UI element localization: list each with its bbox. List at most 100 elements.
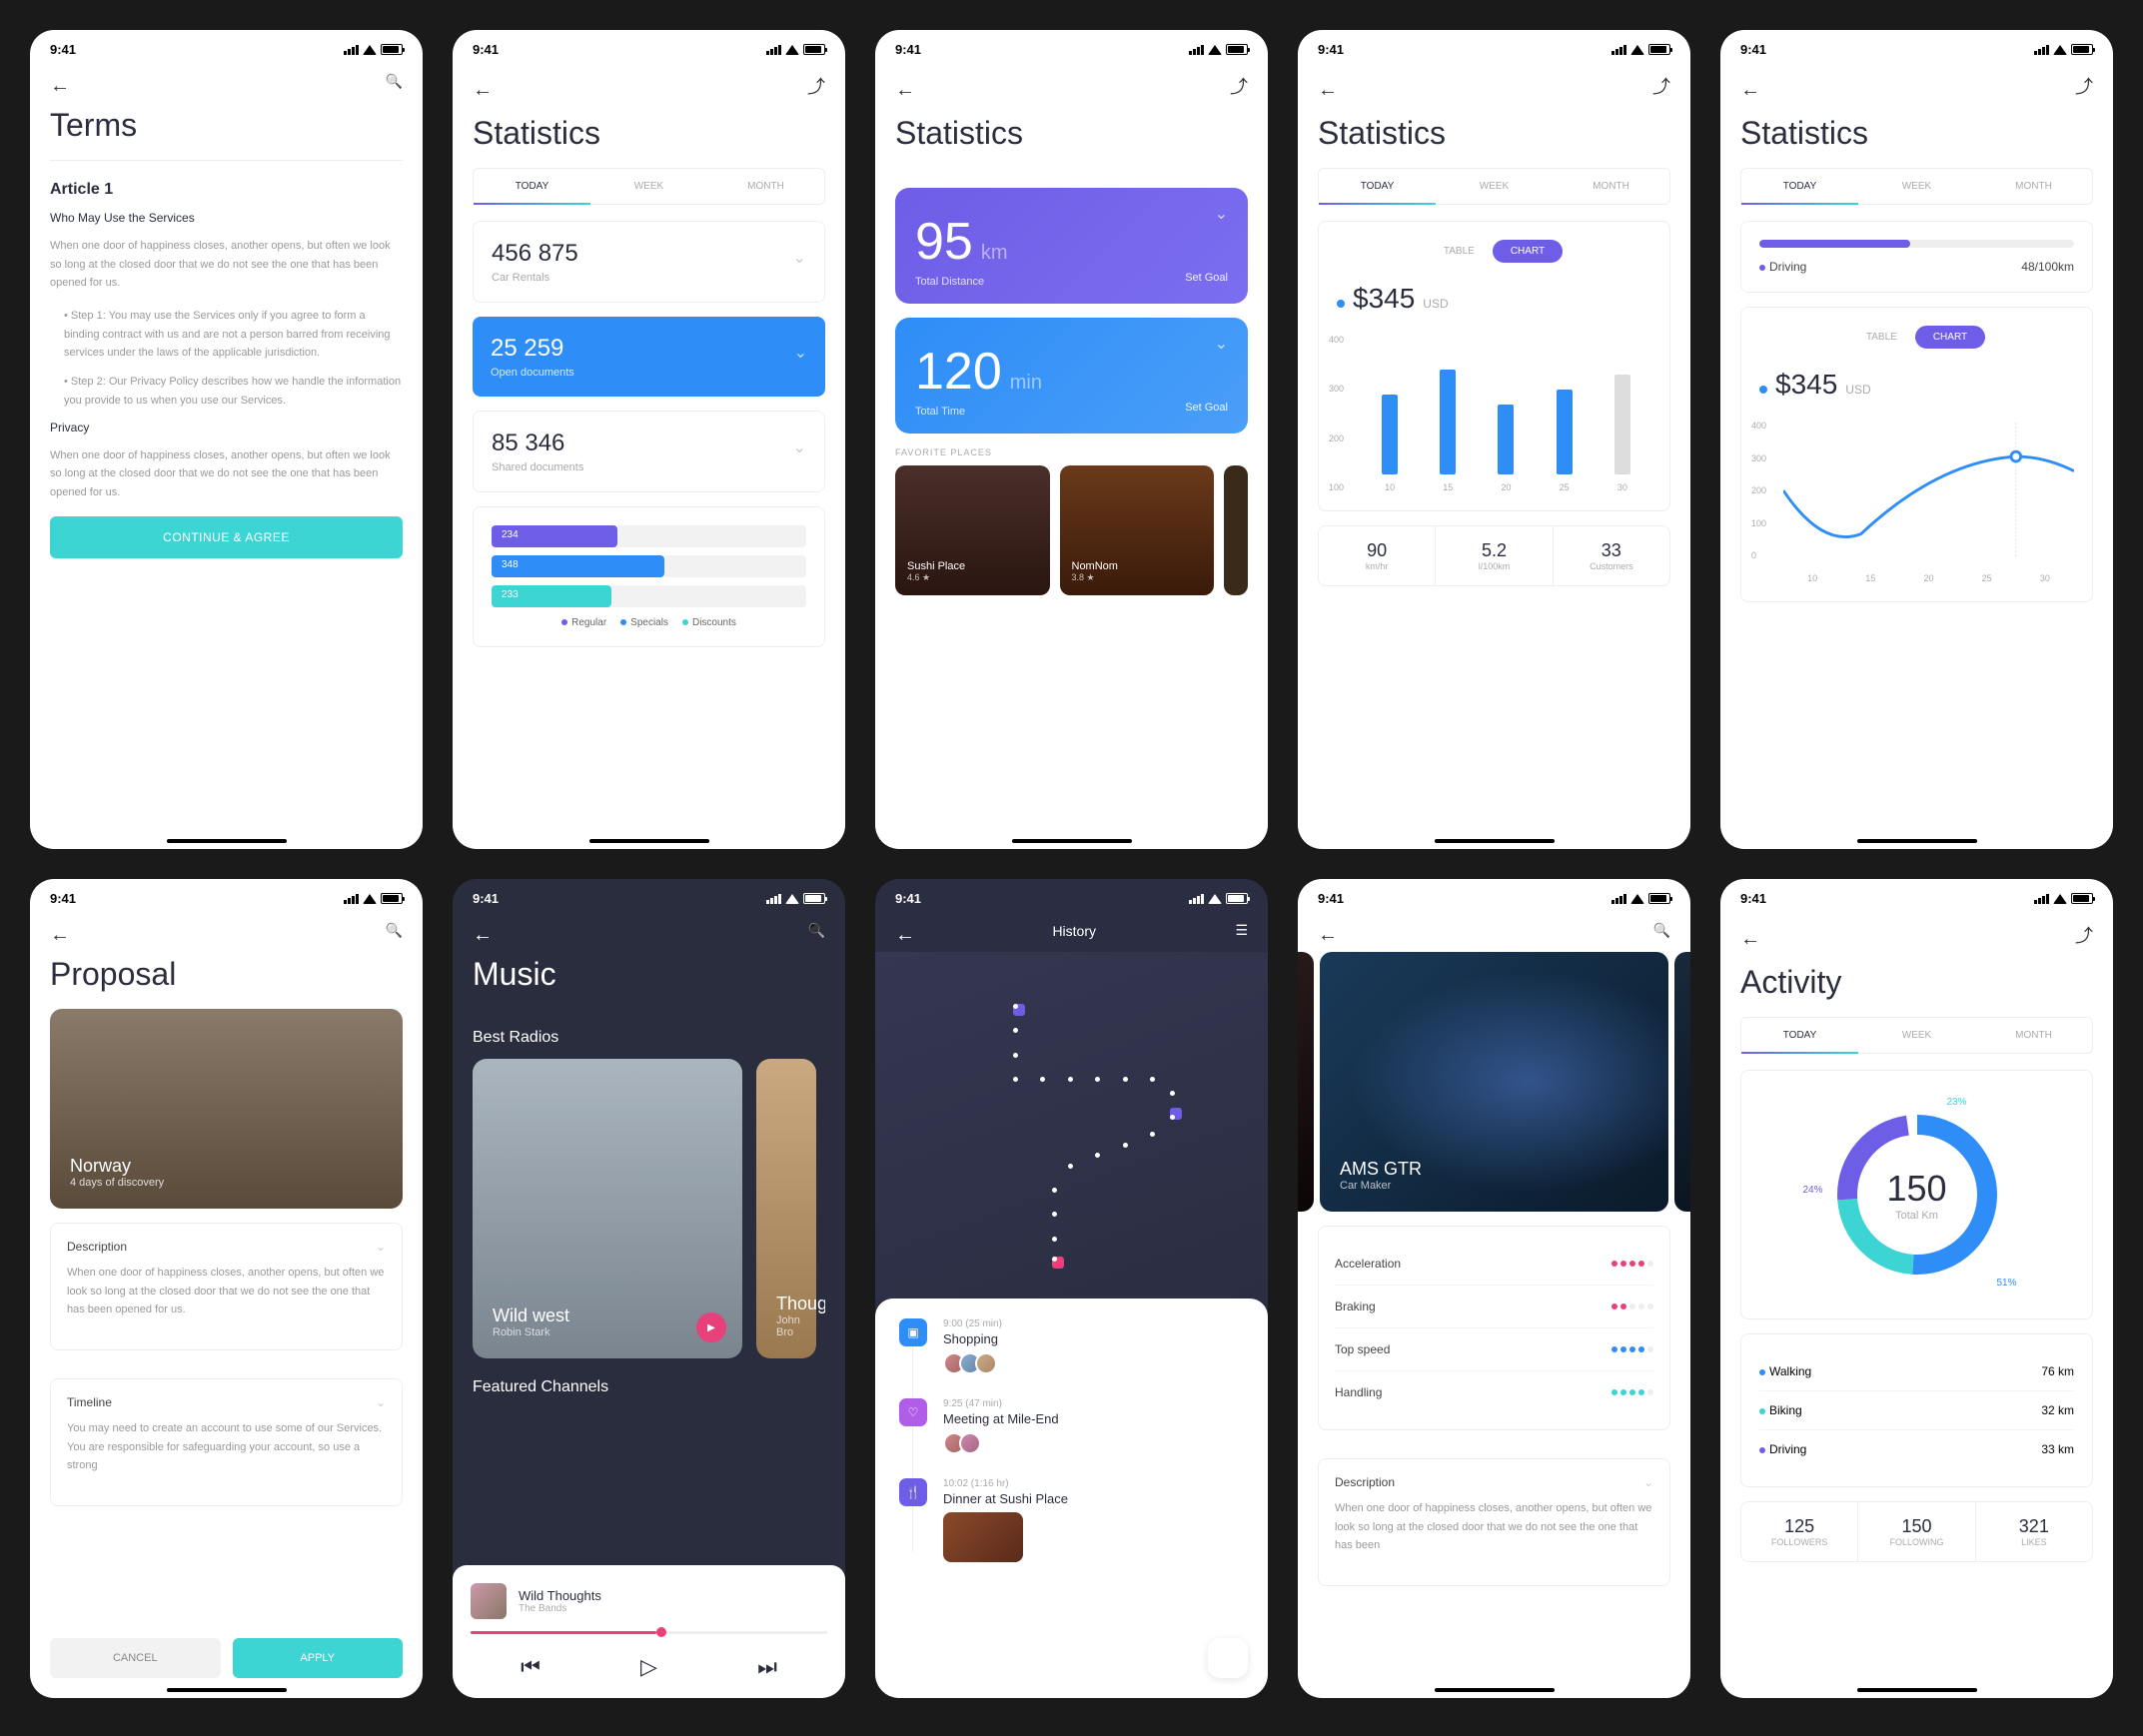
search-icon[interactable] <box>386 73 403 91</box>
chevron-down-icon[interactable]: ⌄ <box>376 1240 386 1254</box>
tab-month[interactable]: MONTH <box>1975 1018 2092 1053</box>
best-radios-heading: Best Radios <box>473 1029 825 1047</box>
back-icon[interactable] <box>50 75 68 89</box>
seek-bar[interactable] <box>471 1631 827 1634</box>
back-icon[interactable] <box>895 79 913 93</box>
share-icon[interactable] <box>1230 73 1248 99</box>
share-icon[interactable] <box>2075 922 2093 948</box>
cancel-button[interactable]: CANCEL <box>50 1638 221 1678</box>
map[interactable]: /*route dots rendered below by JS*/ <box>875 952 1268 1299</box>
social-metrics: 125FOLLOWERS 150FOLLOWING 321LIKES <box>1740 1501 2093 1562</box>
rating-topspeed: Top speed <box>1335 1328 1653 1371</box>
tab-today[interactable]: TODAY <box>474 169 590 204</box>
radio-card[interactable]: Wild west Robin Stark ▶ <box>473 1059 742 1358</box>
stat-card-open-docs[interactable]: ⌄ 25 259 Open documents <box>473 317 825 397</box>
place-card[interactable]: NomNom3.8 ★ <box>1060 465 1215 595</box>
back-icon[interactable] <box>895 924 913 938</box>
home-indicator[interactable] <box>1435 1688 1555 1692</box>
back-icon[interactable] <box>1740 79 1758 93</box>
play-icon[interactable]: ▷ <box>640 1654 657 1680</box>
share-icon[interactable] <box>809 1588 827 1614</box>
continue-button[interactable]: CONTINUE & AGREE <box>50 516 403 558</box>
share-icon[interactable] <box>1652 73 1670 99</box>
timeline-item[interactable]: ♡ 9:25 (47 min) Meeting at Mile-End <box>943 1398 1248 1454</box>
share-icon[interactable] <box>2075 73 2093 99</box>
back-icon[interactable] <box>473 924 491 938</box>
timeline-heading: Timeline <box>67 1395 112 1409</box>
home-indicator[interactable] <box>167 839 287 843</box>
screen-stats-distance: 9:41 Statistics ⌄ 95km Total Distance Se… <box>875 30 1268 849</box>
timeline-item[interactable]: ▣ 9:00 (25 min) Shopping <box>943 1318 1248 1374</box>
tab-month[interactable]: MONTH <box>707 169 824 204</box>
stat-card-rentals[interactable]: ⌄ 456 875 Car Rentals <box>473 221 825 303</box>
tab-week[interactable]: WEEK <box>1858 169 1975 204</box>
tab-today[interactable]: TODAY <box>1319 169 1436 204</box>
time-card[interactable]: ⌄ 120min Total Time Set Goal <box>895 318 1248 434</box>
stat-card-shared-docs[interactable]: ⌄ 85 346 Shared documents <box>473 411 825 492</box>
tab-month[interactable]: MONTH <box>1553 169 1669 204</box>
tab-week[interactable]: WEEK <box>1436 169 1553 204</box>
hero-card[interactable]: Norway 4 days of discovery <box>50 1009 403 1209</box>
share-icon[interactable] <box>807 73 825 99</box>
wifi-icon <box>785 45 799 55</box>
back-icon[interactable] <box>1318 79 1336 93</box>
album-art[interactable] <box>471 1583 507 1619</box>
search-icon[interactable] <box>1653 922 1670 940</box>
locate-button[interactable]: ◎ <box>1208 1638 1248 1678</box>
progress-bar-1: 234 <box>492 525 617 547</box>
status-time: 9:41 <box>50 42 76 57</box>
home-indicator[interactable] <box>1012 839 1132 843</box>
tab-month[interactable]: MONTH <box>1975 169 2092 204</box>
play-icon[interactable]: ▶ <box>696 1312 726 1342</box>
bullet-icon <box>1759 386 1767 394</box>
screen-stats-barchart: 9:41 Statistics TODAY WEEK MONTH TABLE C… <box>1298 30 1690 849</box>
signal-icon <box>2034 45 2049 55</box>
apply-button[interactable]: APPLY <box>233 1638 404 1678</box>
tab-week[interactable]: WEEK <box>590 169 707 204</box>
tab-week[interactable]: WEEK <box>1858 1018 1975 1053</box>
radio-card[interactable]: Though John Bro <box>756 1059 816 1358</box>
search-icon[interactable] <box>386 922 403 940</box>
home-indicator[interactable] <box>1435 839 1555 843</box>
chevron-down-icon[interactable]: ⌄ <box>1643 1475 1653 1489</box>
back-icon[interactable] <box>50 924 68 938</box>
place-card[interactable]: Sushi Place4.6 ★ <box>895 465 1050 595</box>
tab-today[interactable]: TODAY <box>1741 169 1858 204</box>
search-icon[interactable] <box>808 922 825 940</box>
home-indicator[interactable] <box>167 1688 287 1692</box>
status-time: 9:41 <box>1740 891 1766 906</box>
place-card[interactable] <box>1224 465 1248 595</box>
toggle-chart[interactable]: CHART <box>1915 326 1985 349</box>
previous-icon[interactable]: ⏮ <box>521 1654 540 1680</box>
screen-history: 9:41 History /*route dots rendered below… <box>875 879 1268 1698</box>
stat-value: 25 259 <box>491 335 807 363</box>
screen-stats-cards: 9:41 Statistics TODAY WEEK MONTH ⌄ 456 8… <box>453 30 845 849</box>
status-time: 9:41 <box>1318 891 1344 906</box>
toggle-chart[interactable]: CHART <box>1493 240 1563 263</box>
tab-today[interactable]: TODAY <box>1741 1018 1858 1053</box>
stat-value: 456 875 <box>492 240 806 268</box>
back-icon[interactable] <box>1318 924 1336 938</box>
toggle-table[interactable]: TABLE <box>1848 326 1915 349</box>
metrics-row: 90km/hr 5.2l/100km 33Customers <box>1318 525 1670 586</box>
description-text: When one door of happiness closes, anoth… <box>1335 1499 1653 1555</box>
home-indicator[interactable] <box>1857 839 1977 843</box>
set-goal-link[interactable]: Set Goal <box>1185 402 1228 414</box>
car-hero[interactable]: AMS GTR Car Maker <box>1320 952 1668 1212</box>
home-indicator[interactable] <box>1857 1688 1977 1692</box>
timeline-item[interactable]: 🍴 10:02 (1:16 hr) Dinner at Sushi Place <box>943 1478 1248 1562</box>
back-icon[interactable] <box>1740 928 1758 942</box>
prev-car-peek[interactable] <box>1298 952 1314 1212</box>
chevron-down-icon[interactable]: ⌄ <box>376 1395 386 1409</box>
toggle-table[interactable]: TABLE <box>1426 240 1493 263</box>
filter-icon[interactable] <box>1235 922 1248 940</box>
set-goal-link[interactable]: Set Goal <box>1185 272 1228 284</box>
next-car-peek[interactable] <box>1674 952 1690 1212</box>
distance-card[interactable]: ⌄ 95km Total Distance Set Goal <box>895 188 1248 304</box>
next-icon[interactable]: ⏭ <box>757 1654 777 1680</box>
home-indicator[interactable] <box>589 839 709 843</box>
page-title: Proposal <box>30 952 423 1009</box>
donut-chart: 150 Total Km 23% 24% 51% <box>1827 1105 2007 1285</box>
battery-icon <box>1226 893 1248 904</box>
back-icon[interactable] <box>473 79 491 93</box>
